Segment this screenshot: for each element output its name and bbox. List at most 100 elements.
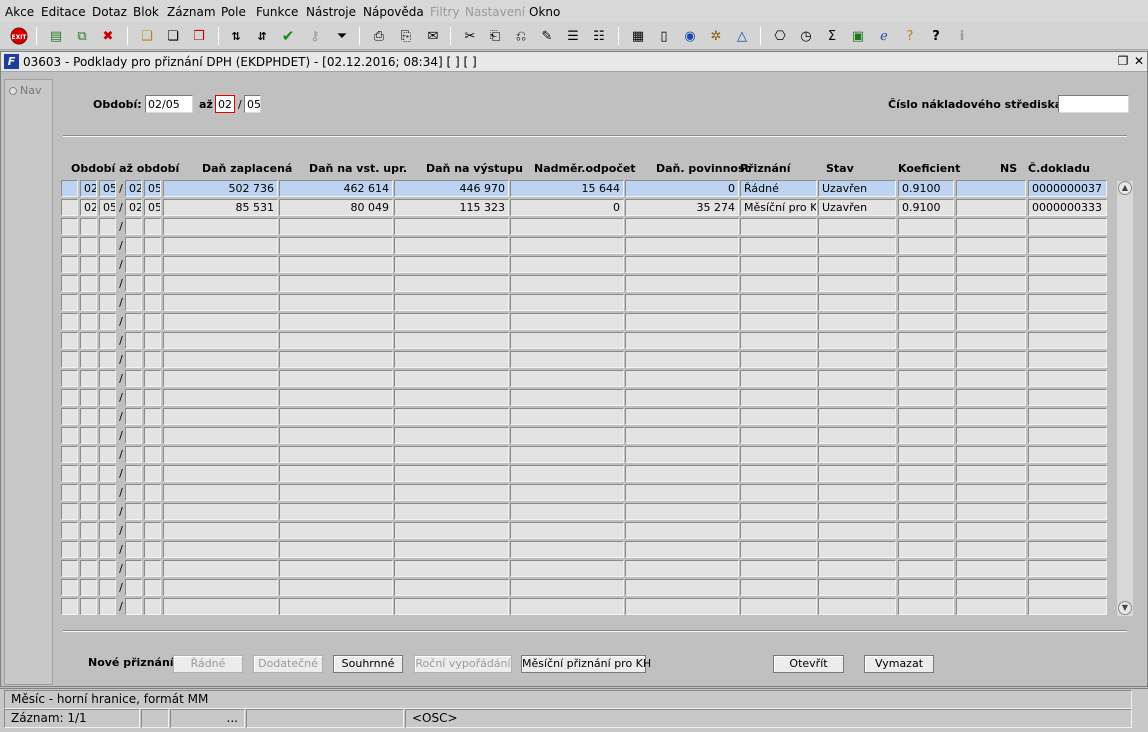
cell-stav[interactable] bbox=[818, 408, 896, 425]
cell-dan_povinnost[interactable] bbox=[625, 484, 739, 501]
cell-dan_povinnost[interactable] bbox=[625, 332, 739, 349]
cell-r2[interactable] bbox=[125, 579, 142, 596]
cell-priznani[interactable] bbox=[740, 351, 817, 368]
row-selector[interactable] bbox=[61, 275, 78, 292]
az-month-field[interactable]: 05 bbox=[244, 95, 261, 113]
cell-dan_povinnost[interactable] bbox=[625, 427, 739, 444]
menu-4[interactable]: Záznam bbox=[167, 5, 216, 19]
cell-stav[interactable] bbox=[818, 503, 896, 520]
cell-c_dokladu[interactable] bbox=[1028, 351, 1107, 368]
ie-icon[interactable]: ℯ bbox=[874, 26, 894, 46]
cell-r2[interactable] bbox=[125, 275, 142, 292]
cell-nadmer_odpocet[interactable] bbox=[510, 598, 624, 615]
cell-m1[interactable]: 05 bbox=[99, 199, 116, 216]
cell-priznani[interactable] bbox=[740, 237, 817, 254]
cell-ns[interactable] bbox=[956, 522, 1026, 539]
cell-m2[interactable] bbox=[144, 560, 161, 577]
cell-dan_povinnost[interactable] bbox=[625, 313, 739, 330]
cell-r1[interactable] bbox=[80, 446, 97, 463]
cell-priznani[interactable]: Řádné bbox=[740, 180, 817, 197]
cell-dan_na_vystupu[interactable] bbox=[394, 560, 509, 577]
cell-dan_povinnost[interactable] bbox=[625, 465, 739, 482]
cell-r1[interactable]: 02 bbox=[80, 199, 97, 216]
cell-m1[interactable] bbox=[99, 408, 116, 425]
cell-dan_na_vystupu[interactable] bbox=[394, 579, 509, 596]
cell-m1[interactable] bbox=[99, 351, 116, 368]
cell-m1[interactable] bbox=[99, 446, 116, 463]
cell-m2[interactable] bbox=[144, 503, 161, 520]
row-selector[interactable] bbox=[61, 484, 78, 501]
cell-m2[interactable] bbox=[144, 275, 161, 292]
cell-dan_zaplacena[interactable] bbox=[163, 427, 278, 444]
menu-2[interactable]: Dotaz bbox=[92, 5, 127, 19]
cell-dan_zaplacena[interactable] bbox=[163, 541, 278, 558]
cell-koeficient[interactable] bbox=[898, 522, 954, 539]
cell-r2[interactable] bbox=[125, 332, 142, 349]
cell-r1[interactable] bbox=[80, 484, 97, 501]
cell-nadmer_odpocet[interactable] bbox=[510, 256, 624, 273]
cell-dan_zaplacena[interactable] bbox=[163, 351, 278, 368]
cell-m1[interactable] bbox=[99, 579, 116, 596]
cell-c_dokladu[interactable] bbox=[1028, 389, 1107, 406]
menu-9[interactable]: Filtry bbox=[430, 5, 459, 19]
row-selector[interactable] bbox=[61, 237, 78, 254]
cell-nadmer_odpocet[interactable] bbox=[510, 294, 624, 311]
cell-dan_na_vystupu[interactable] bbox=[394, 313, 509, 330]
report-icon[interactable]: ⎔ bbox=[770, 26, 790, 46]
cell-dan_zaplacena[interactable] bbox=[163, 370, 278, 387]
cell-m2[interactable] bbox=[144, 579, 161, 596]
radne-button[interactable]: Řádné bbox=[173, 655, 243, 673]
cell-nadmer_odpocet[interactable] bbox=[510, 560, 624, 577]
cell-nadmer_odpocet[interactable] bbox=[510, 503, 624, 520]
cell-ns[interactable] bbox=[956, 237, 1026, 254]
cell-r1[interactable] bbox=[80, 332, 97, 349]
menu-5[interactable]: Pole bbox=[221, 5, 246, 19]
cell-ns[interactable] bbox=[956, 313, 1026, 330]
cell-c_dokladu[interactable] bbox=[1028, 370, 1107, 387]
row-selector[interactable] bbox=[61, 598, 78, 615]
cell-m2[interactable] bbox=[144, 389, 161, 406]
mail-icon[interactable]: ✉ bbox=[423, 26, 443, 46]
cell-c_dokladu[interactable] bbox=[1028, 560, 1107, 577]
cell-ns[interactable] bbox=[956, 218, 1026, 235]
dodatecne-button[interactable]: Dodatečné bbox=[253, 655, 323, 673]
cell-c_dokladu[interactable]: 0000000333 bbox=[1028, 199, 1107, 216]
cell-priznani[interactable] bbox=[740, 256, 817, 273]
cell-stav[interactable] bbox=[818, 332, 896, 349]
cell-dan_na_vst_upr[interactable]: 462 614 bbox=[279, 180, 393, 197]
menu-3[interactable]: Blok bbox=[133, 5, 159, 19]
cell-dan_na_vystupu[interactable] bbox=[394, 427, 509, 444]
menu-6[interactable]: Funkce bbox=[256, 5, 298, 19]
cell-c_dokladu[interactable] bbox=[1028, 294, 1107, 311]
cell-dan_povinnost[interactable] bbox=[625, 370, 739, 387]
cell-koeficient[interactable] bbox=[898, 465, 954, 482]
cell-ns[interactable] bbox=[956, 275, 1026, 292]
cell-dan_zaplacena[interactable] bbox=[163, 389, 278, 406]
cell-r2[interactable] bbox=[125, 484, 142, 501]
cell-dan_povinnost[interactable] bbox=[625, 389, 739, 406]
close-icon[interactable]: ✕ bbox=[1132, 54, 1146, 68]
cell-dan_povinnost[interactable] bbox=[625, 256, 739, 273]
cell-dan_na_vst_upr[interactable] bbox=[279, 503, 393, 520]
cell-koeficient[interactable] bbox=[898, 370, 954, 387]
cell-c_dokladu[interactable] bbox=[1028, 408, 1107, 425]
cell-ns[interactable] bbox=[956, 598, 1026, 615]
cell-r1[interactable] bbox=[80, 218, 97, 235]
cell-r2[interactable] bbox=[125, 294, 142, 311]
cell-c_dokladu[interactable] bbox=[1028, 541, 1107, 558]
cell-dan_na_vystupu[interactable] bbox=[394, 256, 509, 273]
restore-icon[interactable]: ❐ bbox=[1116, 54, 1130, 68]
cell-dan_na_vystupu[interactable] bbox=[394, 218, 509, 235]
mesicni-kh-button[interactable]: Měsíční přiznání pro KH bbox=[521, 655, 651, 673]
cell-nadmer_odpocet[interactable] bbox=[510, 408, 624, 425]
cell-dan_povinnost[interactable] bbox=[625, 218, 739, 235]
cell-ns[interactable] bbox=[956, 446, 1026, 463]
cell-dan_na_vystupu[interactable] bbox=[394, 598, 509, 615]
cell-r1[interactable] bbox=[80, 351, 97, 368]
cell-ns[interactable] bbox=[956, 199, 1026, 216]
cell-dan_na_vystupu[interactable] bbox=[394, 503, 509, 520]
cell-r2[interactable] bbox=[125, 370, 142, 387]
cell-ns[interactable] bbox=[956, 370, 1026, 387]
cell-stav[interactable] bbox=[818, 313, 896, 330]
vymazat-button[interactable]: Vymazat bbox=[864, 655, 934, 673]
